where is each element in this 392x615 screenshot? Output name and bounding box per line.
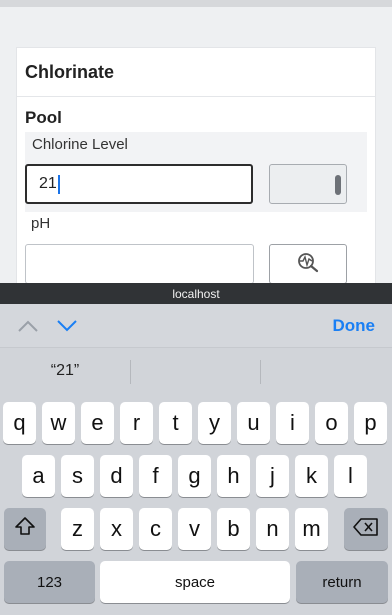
key-h[interactable]: h xyxy=(217,455,250,497)
key-d[interactable]: d xyxy=(100,455,133,497)
shift-icon xyxy=(14,516,36,542)
key-i[interactable]: i xyxy=(276,402,309,444)
key-w[interactable]: w xyxy=(42,402,75,444)
key-k[interactable]: k xyxy=(295,455,328,497)
chlorine-level-row: Chlorine Level 21 xyxy=(25,132,367,212)
chlorine-side-button[interactable] xyxy=(269,164,347,204)
section-title: Pool xyxy=(25,108,62,127)
divider xyxy=(17,96,375,97)
key-r[interactable]: r xyxy=(120,402,153,444)
ph-input[interactable] xyxy=(25,244,254,284)
scroll-thumb xyxy=(335,175,341,195)
keyboard-accessory-bar: Done xyxy=(0,304,392,348)
key-m[interactable]: m xyxy=(295,508,328,550)
status-strip xyxy=(0,0,392,7)
key-v[interactable]: v xyxy=(178,508,211,550)
next-field-chevron-down-icon[interactable] xyxy=(55,316,79,336)
key-g[interactable]: g xyxy=(178,455,211,497)
key-u[interactable]: u xyxy=(237,402,270,444)
key-y[interactable]: y xyxy=(198,402,231,444)
key-n[interactable]: n xyxy=(256,508,289,550)
previous-field-chevron-up-icon[interactable] xyxy=(16,316,40,336)
keyboard: “21” qwertyuiop asdfghjkl zxcvbnm 123 spac… xyxy=(0,348,392,615)
chlorinate-card: Chlorinate Pool Chlorine Level 21 pH xyxy=(16,47,376,287)
key-c[interactable]: c xyxy=(139,508,172,550)
shift-key[interactable] xyxy=(4,508,46,550)
suggestion-item[interactable]: “21” xyxy=(0,348,130,394)
key-j[interactable]: j xyxy=(256,455,289,497)
key-x[interactable]: x xyxy=(100,508,133,550)
backspace-icon xyxy=(353,516,379,542)
suggestion-bar: “21” xyxy=(0,348,392,394)
delete-key[interactable] xyxy=(344,508,388,550)
return-key[interactable]: return xyxy=(296,561,388,603)
key-s[interactable]: s xyxy=(61,455,94,497)
key-t[interactable]: t xyxy=(159,402,192,444)
chlorine-level-input[interactable]: 21 xyxy=(25,164,253,204)
ph-lookup-button[interactable] xyxy=(269,244,347,284)
key-e[interactable]: e xyxy=(81,402,114,444)
key-a[interactable]: a xyxy=(22,455,55,497)
magnify-pulse-icon xyxy=(295,251,321,278)
url-bar[interactable]: localhost xyxy=(0,283,392,304)
key-b[interactable]: b xyxy=(217,508,250,550)
key-p[interactable]: p xyxy=(354,402,387,444)
key-z[interactable]: z xyxy=(61,508,94,550)
url-text: localhost xyxy=(172,286,220,301)
chlorine-level-value: 21 xyxy=(39,175,57,192)
key-q[interactable]: q xyxy=(3,402,36,444)
key-o[interactable]: o xyxy=(315,402,348,444)
ph-label: pH xyxy=(31,215,51,232)
space-key[interactable]: space xyxy=(100,561,290,603)
suggestion-item-empty[interactable] xyxy=(131,348,260,394)
suggestion-item-empty[interactable] xyxy=(261,348,392,394)
card-title: Chlorinate xyxy=(25,62,115,82)
chlorine-level-label: Chlorine Level xyxy=(32,136,128,153)
numbers-key[interactable]: 123 xyxy=(4,561,95,603)
key-f[interactable]: f xyxy=(139,455,172,497)
done-button[interactable]: Done xyxy=(333,316,376,336)
text-caret xyxy=(57,174,60,194)
key-l[interactable]: l xyxy=(334,455,367,497)
